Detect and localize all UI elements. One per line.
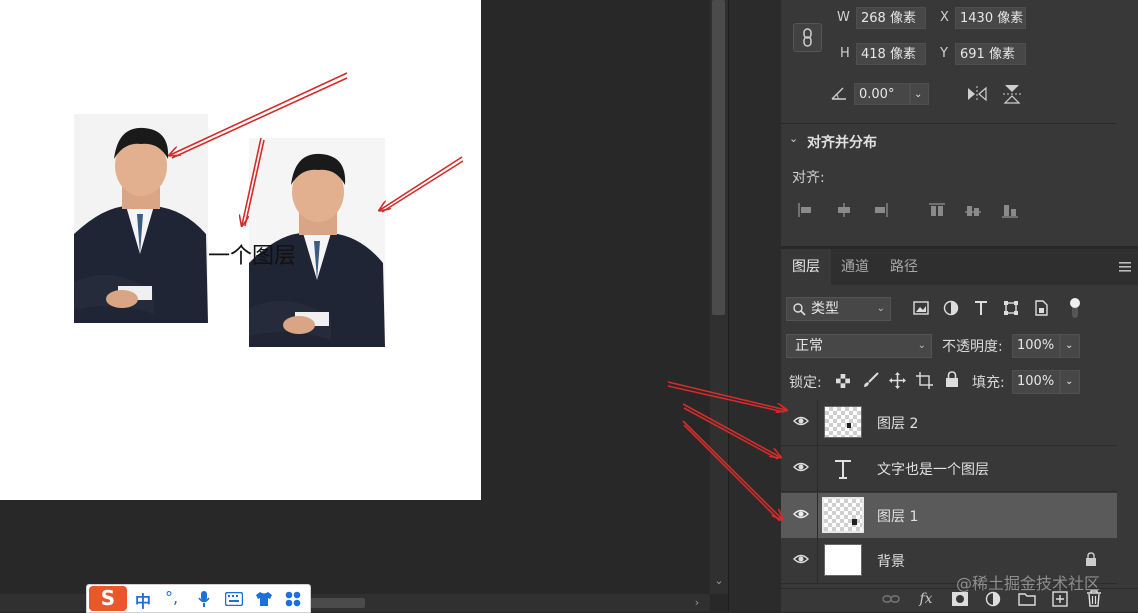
fill-field[interactable]: 100%: [1012, 370, 1060, 394]
shirt-icon[interactable]: [255, 591, 273, 607]
watermark-text: @稀土掘金技术社区: [956, 574, 1101, 593]
align-top-icon[interactable]: [928, 201, 946, 219]
background-lock-icon: [1086, 552, 1096, 566]
filter-shape-icon[interactable]: [1003, 300, 1019, 316]
height-label: H: [840, 46, 850, 61]
flip-horizontal-icon[interactable]: [966, 85, 988, 103]
tab-paths[interactable]: 路径: [879, 249, 929, 285]
layer-name[interactable]: 图层 2: [877, 413, 918, 433]
mic-icon[interactable]: [197, 590, 211, 608]
photo-layer-1[interactable]: [74, 114, 208, 323]
chain-link-icon: [803, 28, 812, 47]
visibility-eye-icon[interactable]: [793, 508, 809, 520]
align-hcenter-icon[interactable]: [835, 201, 853, 219]
ime-logo-text: S: [100, 586, 116, 610]
keyboard-icon[interactable]: [225, 592, 243, 606]
layer-row-selected[interactable]: 图层 1: [781, 493, 1117, 539]
x-label: X: [940, 10, 949, 25]
lock-artboard-icon[interactable]: [916, 372, 933, 389]
flip-vertical-icon[interactable]: [1002, 83, 1022, 105]
chevron-down-icon: ⌄: [917, 340, 926, 351]
chevron-down-icon: ⌄: [876, 303, 885, 314]
canvas-text-layer[interactable]: 一个图层: [208, 238, 296, 270]
scroll-down-icon[interactable]: ⌄: [710, 572, 728, 590]
link-icon[interactable]: [882, 592, 900, 606]
layer-name[interactable]: 图层 1: [877, 506, 918, 526]
row-divider: [817, 446, 818, 491]
panel-dock-gutter: [728, 0, 781, 611]
blend-mode-dropdown[interactable]: 正常 ⌄: [786, 334, 932, 358]
y-label: Y: [940, 46, 948, 61]
vertical-scroll-thumb[interactable]: [712, 0, 725, 315]
angle-field[interactable]: 0.00°: [854, 83, 910, 105]
opacity-label: 不透明度:: [942, 339, 1003, 355]
layer-thumbnail: [822, 497, 864, 533]
ime-punct-toggle[interactable]: °,: [165, 588, 178, 607]
angle-icon: [831, 87, 846, 100]
layer-thumbnail: [824, 544, 862, 576]
lock-pixels-brush-icon[interactable]: [863, 372, 879, 388]
tab-channels[interactable]: 通道: [831, 249, 879, 285]
lock-all-icon[interactable]: [945, 371, 959, 388]
lock-label: 锁定:: [789, 375, 822, 391]
opacity-field[interactable]: 100%: [1012, 334, 1060, 358]
blend-mode-value: 正常: [795, 338, 823, 354]
text-layer-icon: [835, 460, 851, 479]
folder-icon[interactable]: [1018, 592, 1036, 606]
height-field[interactable]: 418 像素: [856, 43, 926, 65]
scroll-right-icon[interactable]: ›: [690, 596, 704, 610]
angle-dropdown[interactable]: ⌄: [910, 83, 929, 105]
filter-adjustment-icon[interactable]: [943, 300, 959, 316]
fill-dropdown[interactable]: ⌄: [1060, 370, 1080, 394]
lock-transparency-icon[interactable]: [836, 374, 850, 388]
layer-row[interactable]: 文字也是一个图层: [781, 446, 1117, 492]
align-left-icon[interactable]: [797, 201, 815, 219]
collapse-chevron-icon[interactable]: ⌄: [789, 132, 798, 145]
apps-icon[interactable]: [285, 591, 301, 607]
width-field[interactable]: 268 像素: [856, 7, 926, 29]
filter-toggle-switch[interactable]: [1068, 296, 1082, 320]
filter-type-icon[interactable]: [973, 300, 989, 316]
row-divider: [817, 493, 818, 538]
layer-thumbnail: [824, 406, 862, 438]
panel-menu-icon[interactable]: [1119, 262, 1131, 272]
y-position-field[interactable]: 691 像素: [955, 43, 1026, 65]
layer-row[interactable]: 图层 2: [781, 400, 1117, 446]
lock-position-move-icon[interactable]: [889, 372, 906, 389]
align-label: 对齐:: [792, 170, 825, 186]
row-divider: [817, 400, 818, 445]
layer-name[interactable]: 文字也是一个图层: [877, 459, 989, 479]
visibility-eye-icon[interactable]: [793, 415, 809, 427]
document-canvas[interactable]: 一个图层: [0, 0, 481, 500]
filter-smart-object-icon[interactable]: [1033, 300, 1049, 316]
layer-filter-dropdown[interactable]: 类型 ⌄: [786, 297, 891, 321]
row-divider: [817, 538, 818, 583]
fill-label: 填充:: [972, 375, 1005, 391]
visibility-eye-icon[interactable]: [793, 553, 809, 565]
x-position-field[interactable]: 1430 像素: [955, 7, 1026, 29]
tab-layers[interactable]: 图层: [781, 249, 831, 285]
align-bottom-icon[interactable]: [1001, 201, 1019, 219]
ime-mode-toggle[interactable]: 中: [135, 588, 151, 612]
align-vcenter-icon[interactable]: [964, 201, 982, 219]
layer-filter-value: 类型: [811, 301, 839, 317]
visibility-eye-icon[interactable]: [793, 461, 809, 473]
filter-pixel-icon[interactable]: [913, 300, 929, 316]
align-section-title[interactable]: 对齐并分布: [807, 132, 877, 152]
opacity-dropdown[interactable]: ⌄: [1060, 334, 1080, 358]
section-divider: [781, 123, 1116, 124]
ime-toolbar[interactable]: S 中 °,: [86, 584, 311, 613]
search-icon: [793, 303, 806, 316]
ime-logo-icon[interactable]: S: [89, 586, 127, 611]
align-right-icon[interactable]: [871, 201, 889, 219]
fx-icon[interactable]: fx: [917, 590, 935, 608]
link-dimensions-button[interactable]: [793, 23, 822, 52]
layer-name[interactable]: 背景: [877, 551, 905, 571]
width-label: W: [837, 10, 850, 25]
